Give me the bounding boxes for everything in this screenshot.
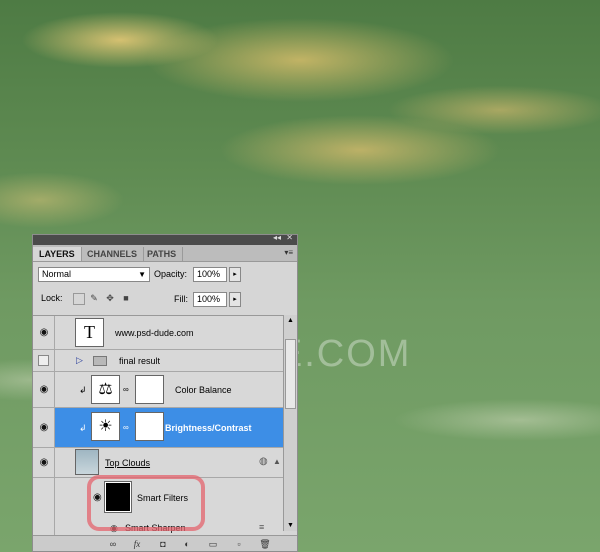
expand-triangle-icon[interactable]: ▷ bbox=[76, 355, 83, 366]
filter-blending-icon[interactable]: ≡ bbox=[259, 522, 264, 532]
scroll-down-icon[interactable]: ▼ bbox=[287, 522, 294, 529]
visibility-toggle[interactable]: ◉ bbox=[33, 448, 55, 477]
tab-paths[interactable]: PATHS bbox=[141, 247, 184, 261]
fx-icon[interactable]: fx bbox=[131, 538, 143, 550]
layer-name: Color Balance bbox=[175, 385, 232, 395]
layer-name: final result bbox=[119, 356, 161, 366]
layer-name: www.psd-dude.com bbox=[115, 328, 194, 338]
filter-options-icon[interactable]: ◍ bbox=[259, 456, 268, 467]
panel-footer: ∞ fx ◘ ◐ ▭ ▫ 🗑 bbox=[33, 535, 297, 551]
layer-row-brightness-contrast[interactable]: ◉ ↲ ☀ ∞ Brightness/Contrast bbox=[33, 408, 283, 448]
layer-row-top-clouds[interactable]: ◉ Top Clouds ◍ ▲ bbox=[33, 448, 283, 478]
visibility-toggle[interactable]: ◉ bbox=[33, 372, 55, 407]
visibility-toggle[interactable]: ◉ bbox=[33, 408, 55, 447]
blend-mode-dropdown[interactable]: Normal ▼ bbox=[38, 267, 150, 282]
annotation-highlight bbox=[87, 475, 205, 531]
fill-field[interactable]: 100% bbox=[193, 292, 227, 307]
layer-row-color-balance[interactable]: ◉ ↲ ⚖ ∞ Color Balance bbox=[33, 372, 283, 408]
layer-row-group[interactable]: ▷ final result bbox=[33, 350, 283, 372]
opacity-label: Opacity: bbox=[154, 269, 188, 279]
link-icon: ∞ bbox=[123, 423, 129, 432]
balance-icon: ⚖ bbox=[91, 375, 120, 404]
panel-titlebar[interactable]: ◂◂ ✕ bbox=[33, 235, 297, 245]
eye-icon: ◉ bbox=[39, 421, 49, 433]
panel-menu-icon[interactable]: ▾≡ bbox=[284, 248, 293, 257]
link-icon: ∞ bbox=[123, 385, 129, 394]
fill-label: Fill: bbox=[174, 294, 188, 304]
close-icon[interactable]: ✕ bbox=[286, 235, 293, 242]
tab-layers[interactable]: LAYERS bbox=[33, 247, 82, 261]
hidden-checkbox bbox=[38, 354, 49, 366]
trash-icon[interactable]: 🗑 bbox=[259, 538, 271, 550]
text-layer-thumbnail: T bbox=[75, 318, 104, 347]
opacity-arrow-button[interactable]: ▸ bbox=[229, 267, 241, 282]
mask-icon[interactable]: ◘ bbox=[157, 538, 169, 550]
eye-icon: ◉ bbox=[39, 383, 49, 395]
smart-object-thumbnail bbox=[75, 449, 99, 475]
brush-icon[interactable]: ✎ bbox=[89, 293, 99, 303]
lock-label: Lock: bbox=[41, 293, 63, 303]
eye-icon: ◉ bbox=[39, 456, 49, 468]
new-group-icon[interactable]: ▭ bbox=[207, 538, 219, 550]
mask-thumbnail bbox=[135, 375, 164, 404]
layer-name: Top Clouds bbox=[105, 458, 151, 468]
visibility-toggle[interactable] bbox=[33, 478, 55, 520]
visibility-toggle[interactable] bbox=[33, 350, 55, 371]
move-icon[interactable]: ✥ bbox=[105, 293, 115, 303]
layers-scrollbar[interactable]: ▲ ▼ bbox=[283, 315, 297, 531]
fill-arrow-button[interactable]: ▸ bbox=[229, 292, 241, 307]
panel-tabs: LAYERS CHANNELS PATHS ▾≡ bbox=[33, 245, 297, 262]
brightness-icon: ☀ bbox=[91, 412, 120, 441]
collapse-icon[interactable]: ◂◂ bbox=[273, 235, 281, 242]
layers-panel: ◂◂ ✕ LAYERS CHANNELS PATHS ▾≡ Normal ▼ O… bbox=[32, 234, 298, 552]
link-layers-icon[interactable]: ∞ bbox=[107, 538, 119, 550]
new-layer-icon[interactable]: ▫ bbox=[233, 538, 245, 550]
layer-name: Brightness/Contrast bbox=[165, 423, 252, 433]
layer-row-text[interactable]: ◉ T www.psd-dude.com bbox=[33, 316, 283, 350]
lock-transparent-icon[interactable] bbox=[73, 293, 85, 305]
blend-mode-value: Normal bbox=[42, 269, 72, 279]
mask-thumbnail bbox=[135, 412, 164, 441]
opacity-field[interactable]: 100% bbox=[193, 267, 227, 282]
lock-icon[interactable]: ■ bbox=[121, 293, 131, 303]
visibility-toggle[interactable]: ◉ bbox=[33, 316, 55, 349]
tab-channels[interactable]: CHANNELS bbox=[81, 247, 145, 261]
scrollbar-thumb[interactable] bbox=[285, 339, 296, 409]
adjustment-icon[interactable]: ◐ bbox=[181, 538, 193, 550]
chevron-down-icon: ▼ bbox=[138, 270, 146, 279]
folder-icon bbox=[93, 356, 107, 366]
clip-arrow-icon: ↲ bbox=[79, 385, 87, 395]
clip-arrow-icon: ↲ bbox=[79, 423, 87, 433]
collapse-triangle-icon[interactable]: ▲ bbox=[273, 457, 281, 466]
scroll-up-icon[interactable]: ▲ bbox=[287, 317, 294, 324]
eye-icon: ◉ bbox=[39, 326, 49, 338]
